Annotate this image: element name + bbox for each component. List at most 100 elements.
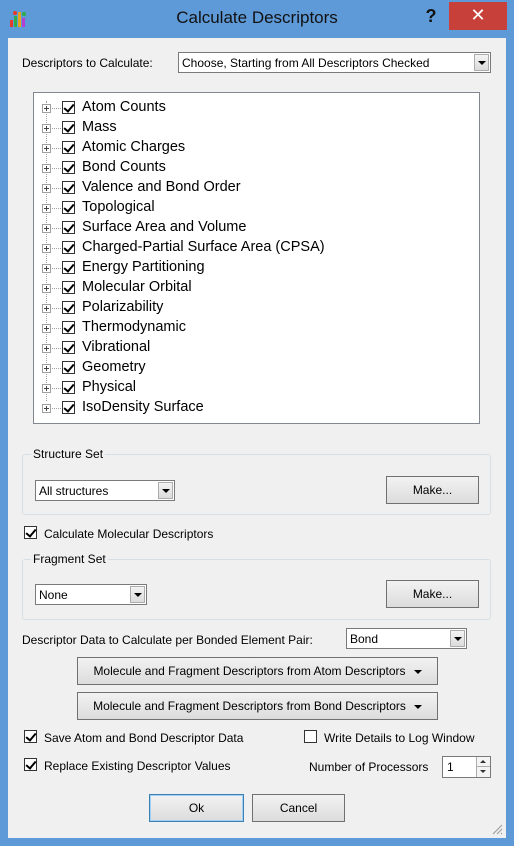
tree-item-checkbox[interactable] [62, 221, 75, 234]
resize-grip-icon[interactable] [491, 823, 503, 835]
tree-item[interactable]: Atomic Charges [34, 138, 454, 158]
expand-plus-icon[interactable] [42, 144, 51, 153]
tree-connector [52, 388, 61, 389]
tree-connector [52, 308, 61, 309]
tree-item-checkbox[interactable] [62, 101, 75, 114]
tree-item-checkbox[interactable] [62, 361, 75, 374]
tree-connector [52, 268, 61, 269]
dialog-client-area: Descriptors to Calculate: Choose, Starti… [8, 38, 506, 838]
tree-item-checkbox[interactable] [62, 161, 75, 174]
tree-item-checkbox[interactable] [62, 321, 75, 334]
tree-item-checkbox[interactable] [62, 121, 75, 134]
expand-plus-icon[interactable] [42, 204, 51, 213]
chevron-down-icon[interactable] [474, 54, 489, 71]
num-processors-spinner[interactable]: 1 [442, 756, 491, 778]
tree-item-label: Molecular Orbital [82, 279, 192, 295]
chevron-down-icon[interactable] [158, 482, 173, 499]
tree-item-checkbox[interactable] [62, 281, 75, 294]
tree-item-label: Physical [82, 379, 136, 395]
descriptor-tree[interactable]: Atom Counts Mass Atomic Charges Bond Counts… [33, 92, 480, 424]
bonded-pair-combo[interactable]: Bond [346, 628, 467, 649]
expand-plus-icon[interactable] [42, 124, 51, 133]
tree-item-label: Polarizability [82, 299, 164, 315]
expand-plus-icon[interactable] [42, 324, 51, 333]
tree-item-label: Topological [82, 199, 155, 215]
tree-item[interactable]: Geometry [34, 358, 454, 378]
structure-set-group: Structure Set All structures Make... [22, 447, 491, 515]
tree-item[interactable]: Mass [34, 118, 454, 138]
expand-plus-icon[interactable] [42, 304, 51, 313]
ok-button[interactable]: Ok [149, 794, 244, 822]
tree-item[interactable]: Atom Counts [34, 98, 454, 118]
tree-connector [52, 348, 61, 349]
tree-item[interactable]: Bond Counts [34, 158, 454, 178]
descriptors-combo[interactable]: Choose, Starting from All Descriptors Ch… [178, 52, 491, 73]
tree-item[interactable]: Thermodynamic [34, 318, 454, 338]
expand-plus-icon[interactable] [42, 184, 51, 193]
save-atom-bond-label: Save Atom and Bond Descriptor Data [44, 731, 244, 745]
tree-connector [52, 288, 61, 289]
tree-item[interactable]: Topological [34, 198, 454, 218]
tree-item[interactable]: Valence and Bond Order [34, 178, 454, 198]
bond-descriptors-menu-button[interactable]: Molecule and Fragment Descriptors from B… [77, 692, 438, 720]
tree-connector [52, 148, 61, 149]
replace-existing-checkbox[interactable] [24, 758, 37, 771]
dialog-window: Calculate Descriptors ? ✕ Descriptors to… [0, 0, 514, 846]
num-processors-label: Number of Processors [309, 760, 429, 774]
structure-set-value: All structures [39, 484, 109, 498]
expand-plus-icon[interactable] [42, 244, 51, 253]
tree-item[interactable]: Energy Partitioning [34, 258, 454, 278]
chevron-down-icon[interactable] [450, 630, 465, 647]
tree-item[interactable]: Vibrational [34, 338, 454, 358]
chevron-down-icon[interactable] [130, 586, 145, 603]
spin-up-icon[interactable] [476, 757, 490, 767]
tree-item-checkbox[interactable] [62, 341, 75, 354]
structure-make-button[interactable]: Make... [386, 476, 479, 504]
expand-plus-icon[interactable] [42, 164, 51, 173]
tree-item-checkbox[interactable] [62, 401, 75, 414]
expand-plus-icon[interactable] [42, 284, 51, 293]
spin-down-icon[interactable] [476, 767, 490, 777]
help-button[interactable]: ? [418, 3, 444, 29]
atom-descriptors-menu-button[interactable]: Molecule and Fragment Descriptors from A… [77, 657, 438, 685]
tree-item-checkbox[interactable] [62, 241, 75, 254]
save-atom-bond-checkbox[interactable] [24, 730, 37, 743]
replace-existing-label: Replace Existing Descriptor Values [44, 759, 231, 773]
tree-item[interactable]: Physical [34, 378, 454, 398]
expand-plus-icon[interactable] [42, 104, 51, 113]
fragment-set-combo[interactable]: None [35, 584, 147, 605]
fragment-set-value: None [39, 588, 68, 602]
tree-item-checkbox[interactable] [62, 261, 75, 274]
tree-item-checkbox[interactable] [62, 381, 75, 394]
fragment-make-button[interactable]: Make... [386, 580, 479, 608]
calc-molecular-checkbox[interactable] [24, 526, 37, 539]
tree-item[interactable]: Molecular Orbital [34, 278, 454, 298]
close-button[interactable]: ✕ [449, 2, 507, 30]
expand-plus-icon[interactable] [42, 344, 51, 353]
tree-item-label: Geometry [82, 359, 146, 375]
tree-item[interactable]: Polarizability [34, 298, 454, 318]
cancel-button[interactable]: Cancel [252, 794, 345, 822]
tree-item[interactable]: Charged-Partial Surface Area (CPSA) [34, 238, 454, 258]
expand-plus-icon[interactable] [42, 364, 51, 373]
tree-item[interactable]: Surface Area and Volume [34, 218, 454, 238]
tree-item-checkbox[interactable] [62, 141, 75, 154]
tree-connector [52, 368, 61, 369]
title-bar[interactable]: Calculate Descriptors ? ✕ [0, 0, 514, 38]
expand-plus-icon[interactable] [42, 224, 51, 233]
tree-item-checkbox[interactable] [62, 181, 75, 194]
expand-plus-icon[interactable] [42, 264, 51, 273]
tree-item-label: Bond Counts [82, 159, 166, 175]
structure-set-combo[interactable]: All structures [35, 480, 175, 501]
tree-item-checkbox[interactable] [62, 301, 75, 314]
calc-molecular-label: Calculate Molecular Descriptors [44, 527, 214, 541]
tree-item-label: IsoDensity Surface [82, 399, 204, 415]
tree-item-label: Charged-Partial Surface Area (CPSA) [82, 239, 325, 255]
tree-item[interactable]: IsoDensity Surface [34, 398, 454, 418]
tree-item-checkbox[interactable] [62, 201, 75, 214]
expand-plus-icon[interactable] [42, 404, 51, 413]
tree-item-label: Atom Counts [82, 99, 166, 115]
tree-connector [52, 328, 61, 329]
write-details-checkbox[interactable] [304, 730, 317, 743]
expand-plus-icon[interactable] [42, 384, 51, 393]
